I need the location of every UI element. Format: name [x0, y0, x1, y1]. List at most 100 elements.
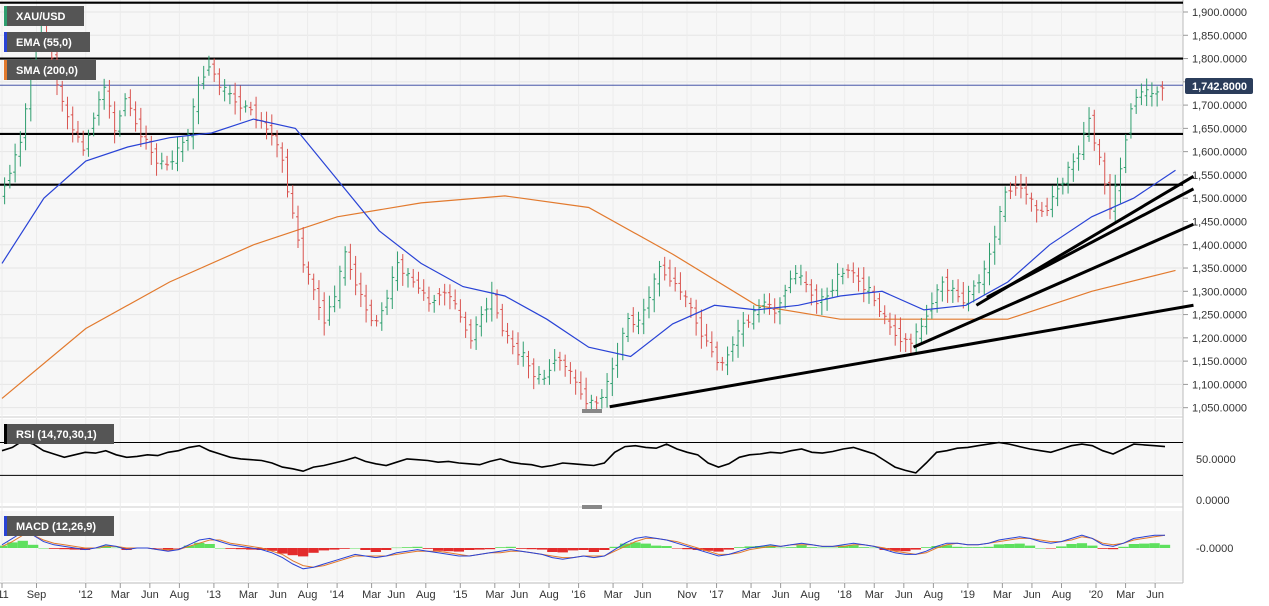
macd-histogram-bar: [962, 547, 973, 548]
macd-histogram-bar: [900, 548, 911, 552]
y-tick-label: 1,450.0000: [1192, 216, 1247, 228]
macd-histogram-bar: [381, 548, 392, 550]
macd-histogram-bar: [1014, 543, 1025, 548]
macd-histogram-bar: [858, 547, 870, 548]
x-tick-label: Mar: [604, 589, 623, 601]
x-tick-label: Mar: [1116, 589, 1135, 601]
x-tick-label: '20: [1089, 589, 1103, 601]
x-tick-label: Jun: [387, 589, 405, 601]
y-tick-label: 1,100.0000: [1192, 379, 1247, 391]
macd-histogram-bar: [671, 548, 683, 549]
macd-histogram-bar: [401, 547, 413, 548]
y-tick-label: 1,600.0000: [1192, 147, 1247, 159]
rsi-tick-label: 0.0000: [1196, 495, 1230, 507]
x-tick-label: '13: [207, 589, 221, 601]
macd-histogram-bar: [1004, 544, 1015, 548]
ema-label: EMA (55,0): [16, 37, 72, 49]
y-tick-label: 1,350.0000: [1192, 263, 1247, 275]
macd-histogram-bar: [1087, 545, 1098, 548]
macd-histogram-bar: [297, 548, 309, 557]
macd-histogram-bar: [557, 548, 568, 553]
y-tick-label: 1,550.0000: [1192, 170, 1247, 182]
x-axis: '11 Sep '12 Mar Jun Aug '13 Mar Jun Aug '14 Mar Jun A…: [0, 583, 1164, 601]
macd-histogram-bar: [1066, 544, 1077, 548]
last-price-tag: 1,742.8000: [1192, 81, 1247, 93]
rsi-label: RSI (14,70,30,1): [16, 429, 97, 441]
macd-histogram-bar: [983, 546, 994, 548]
y-tick-label: 1,250.0000: [1192, 310, 1247, 322]
symbol-swatch: [4, 6, 7, 26]
macd-histogram-bar: [370, 548, 381, 552]
macd-histogram-bar: [339, 548, 350, 549]
chart-canvas[interactable]: 1,900.00001,850.00001,800.00001,750.0000…: [0, 0, 1269, 606]
x-tick-label: '15: [453, 589, 467, 601]
x-tick-label: '12: [79, 589, 93, 601]
macd-histogram-bar: [349, 548, 361, 549]
x-tick-label: Jun: [895, 589, 913, 601]
macd-histogram-bar: [38, 548, 49, 549]
y-tick-label: 1,400.0000: [1192, 240, 1247, 252]
macd-histogram-bar: [1118, 546, 1129, 548]
macd-histogram-bar: [1097, 548, 1108, 549]
macd-histogram-bar: [578, 548, 589, 550]
y-tick-label: 1,900.0000: [1192, 7, 1247, 19]
macd-histogram-bar: [1076, 543, 1088, 548]
x-tick-label: Sep: [27, 589, 47, 601]
rsi-swatch: [4, 424, 7, 444]
macd-histogram-bar: [360, 548, 371, 550]
x-tick-label: Aug: [1052, 589, 1072, 601]
resize-handle-price[interactable]: [582, 409, 602, 413]
y-tick-label: 1,800.0000: [1192, 54, 1247, 66]
macd-histogram-bar: [59, 548, 70, 550]
x-tick-label: Nov: [677, 589, 697, 601]
x-tick-label: Mar: [865, 589, 884, 601]
macd-histogram-bar: [152, 548, 163, 549]
x-tick-label: Jun: [1146, 589, 1164, 601]
macd-histogram-bar: [734, 547, 745, 548]
macd-histogram-bar: [723, 548, 735, 550]
x-tick-label: Jun: [511, 589, 529, 601]
macd-tick-label: -0.0000: [1196, 543, 1233, 555]
macd-histogram-bar: [1128, 544, 1139, 548]
x-tick-label: Jun: [772, 589, 790, 601]
macd-histogram-bar: [287, 548, 298, 556]
macd-histogram-bar: [661, 546, 672, 548]
x-tick-label: '19: [961, 589, 975, 601]
macd-histogram-bar: [775, 547, 786, 549]
macd-histogram-bar: [516, 548, 527, 549]
macd-histogram-bar: [1139, 543, 1150, 548]
macd-histogram-bar: [391, 547, 402, 549]
macd-histogram-bar: [952, 546, 963, 548]
macd-histogram-bar: [318, 548, 330, 551]
macd-histogram-bar: [1107, 548, 1119, 550]
symbol-label: XAU/USD: [16, 11, 66, 23]
macd-histogram-bar: [329, 548, 340, 550]
macd-histogram-bar: [640, 543, 651, 548]
macd-label: MACD (12,26,9): [16, 521, 96, 533]
y-tick-label: 1,200.0000: [1192, 333, 1247, 345]
x-tick-label: '16: [571, 589, 585, 601]
x-tick-label: Mar: [362, 589, 381, 601]
macd-histogram-bar: [972, 547, 984, 548]
macd-histogram-bar: [505, 546, 516, 548]
macd-histogram-bar: [17, 540, 28, 548]
x-tick-label: '17: [709, 589, 723, 601]
macd-histogram-bar: [536, 548, 548, 550]
macd-histogram-bar: [796, 545, 807, 548]
macd-histogram-bar: [910, 548, 921, 550]
rsi-tick-label: 50.0000: [1196, 454, 1236, 466]
x-tick-label: Mar: [993, 589, 1012, 601]
y-tick-label: 1,850.0000: [1192, 30, 1247, 42]
macd-histogram-bar: [827, 547, 838, 549]
rsi-panel-bg: [0, 419, 1183, 503]
macd-histogram-bar: [443, 548, 454, 552]
macd-histogram-bar: [453, 548, 465, 552]
macd-histogram-bar: [547, 548, 558, 552]
macd-histogram-bar: [28, 544, 39, 548]
macd-histogram-bar: [235, 548, 246, 550]
macd-histogram-bar: [588, 548, 600, 552]
y-tick-label: 1,150.0000: [1192, 356, 1247, 368]
macd-histogram-bar: [484, 548, 496, 550]
x-tick-label: Jun: [634, 589, 652, 601]
resize-handle-rsi[interactable]: [582, 505, 602, 509]
